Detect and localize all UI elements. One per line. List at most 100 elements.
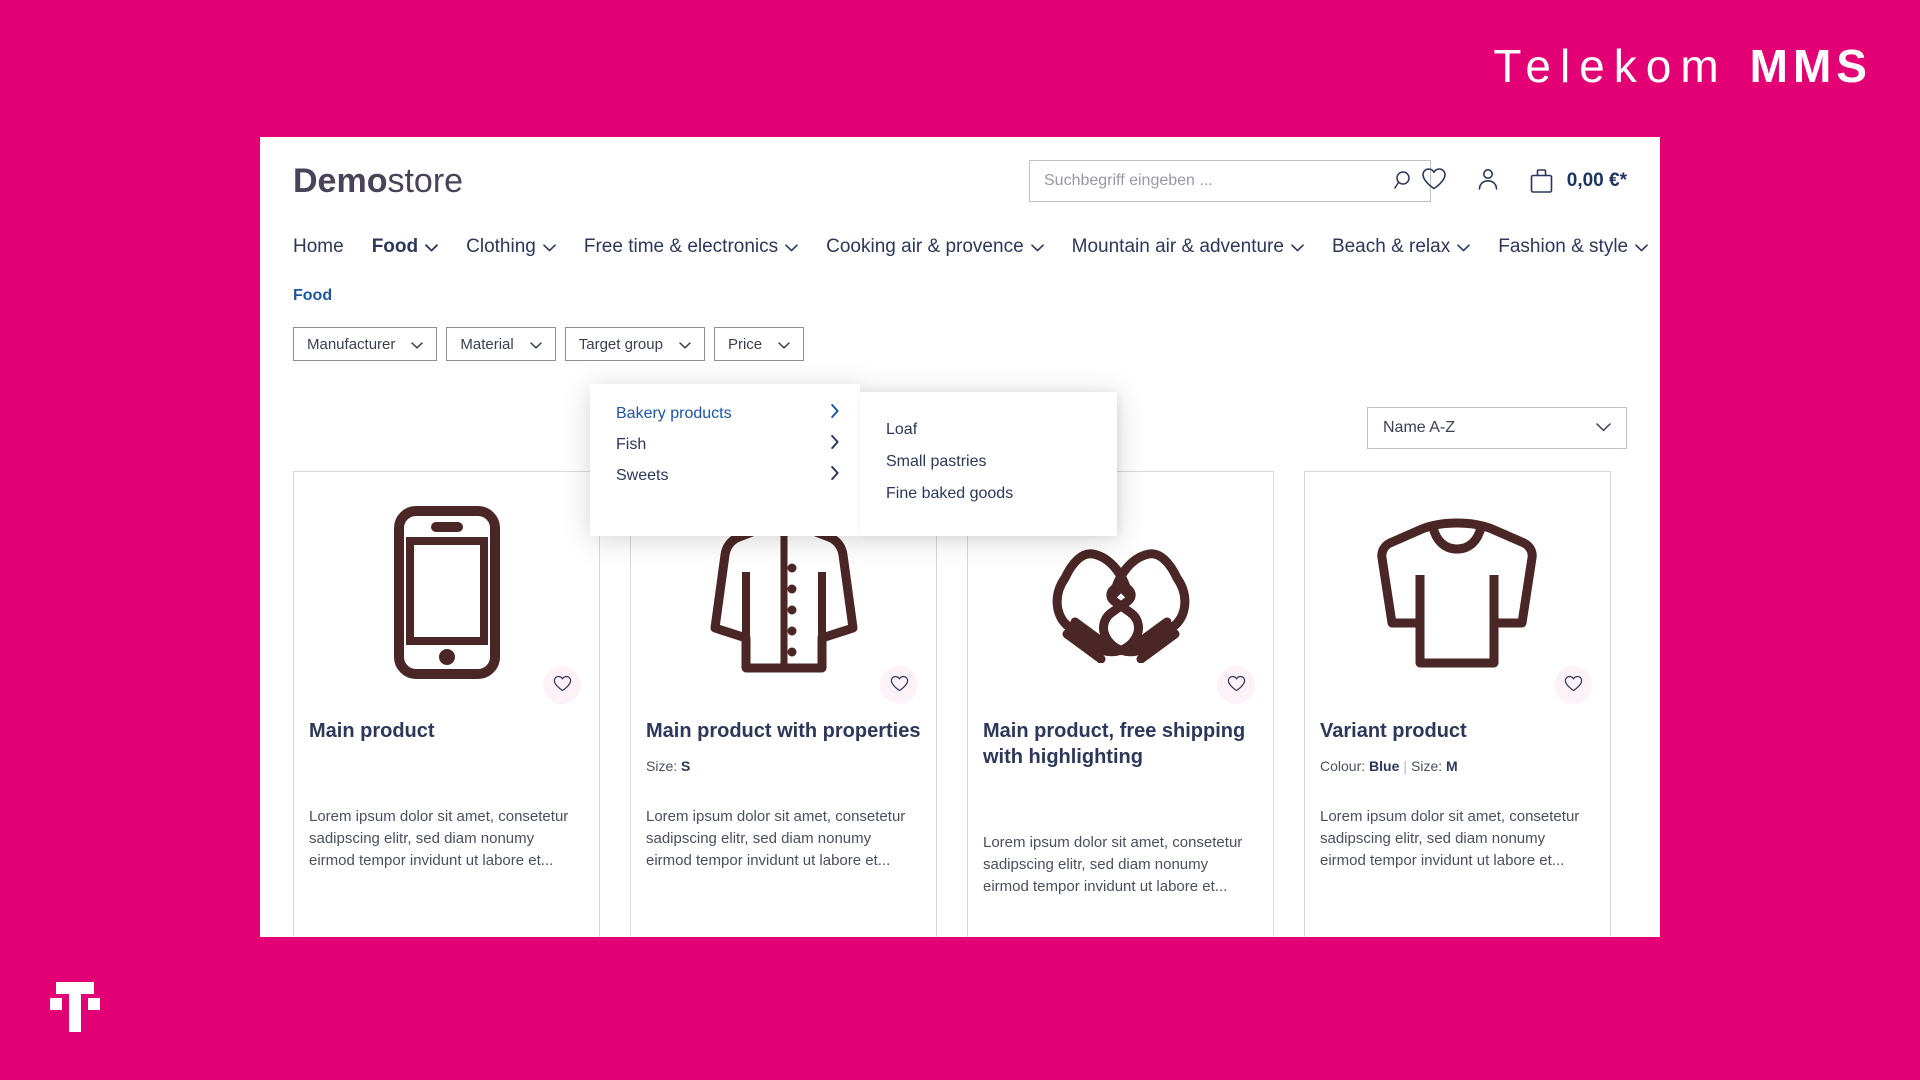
product-card[interactable]: Main product, free shipping with highlig… [967,471,1274,937]
flyout-item-label: Bakery products [616,404,732,422]
product-description: Lorem ipsum dolor sit amet, consetetur s… [646,808,906,869]
chevron-down-icon [425,236,439,258]
smartphone-icon [393,505,501,685]
shop-logo[interactable]: Demostore [293,164,463,198]
sort-select[interactable]: Name A-Z [1367,407,1627,449]
chevron-down-icon [543,236,556,258]
wishlist-button[interactable] [1420,167,1448,195]
logo-regular-part: store [387,162,464,200]
account-button[interactable] [1474,167,1502,195]
logo-bold-part: Demo [293,162,388,200]
wishlist-toggle-button[interactable] [1217,666,1255,704]
wishlist-toggle-button[interactable] [1554,666,1592,704]
flyout-subitem-small-pastries[interactable]: Small pastries [860,446,1117,478]
product-properties: Colour: Blue | Size: M [1320,758,1595,776]
property-separator: | [1403,758,1408,774]
search-submit-button[interactable] [1392,169,1416,193]
product-card[interactable]: Main product with properties Size: S Lor… [630,471,937,937]
nav-label: Food [371,236,419,257]
product-properties: Size: S [646,758,921,776]
shop-header: Demostore Suchbegriff eingeben ... 0,00 … [260,137,1660,225]
nav-label: Free time & electronics [583,236,779,257]
flyout-item-bakery-products[interactable]: Bakery products [590,398,860,429]
nav-label: Mountain air & adventure [1071,236,1284,257]
heart-icon [890,675,909,695]
header-actions: 0,00 €* [1420,137,1627,225]
chevron-down-icon [778,336,790,353]
chevron-down-icon [1635,236,1648,258]
search-area [1029,160,1431,202]
heart-icon [1421,167,1447,196]
flyout-item-fish[interactable]: Fish [590,429,860,460]
filter-manufacturer[interactable]: Manufacturer [293,327,438,361]
nav-item-home[interactable]: Home [293,236,344,258]
filter-label: Material [460,335,514,353]
flyout-subitem-loaf[interactable]: Loaf [860,414,1117,446]
search-box[interactable] [1029,160,1431,202]
flyout-item-label: Sweets [616,466,669,484]
property-value: Blue [1369,758,1400,774]
nav-label: Fashion & style [1498,236,1629,257]
chevron-down-icon [411,336,424,353]
breadcrumb-item-food[interactable]: Food [293,287,332,304]
nav-item-cooking-air-provence[interactable]: Cooking air & provence [826,236,1044,258]
search-input[interactable] [1044,172,1392,190]
chevron-down-icon [1457,236,1471,258]
product-card[interactable]: Main product Lorem ipsum dolor sit amet,… [293,471,600,937]
shopping-bag-icon [1528,167,1556,195]
chevron-down-icon [785,236,798,258]
nav-item-fashion-style[interactable]: Fashion & style [1498,236,1648,258]
chevron-down-icon [1596,419,1611,437]
product-card[interactable]: Variant product Colour: Blue | Size: M Lor… [1304,471,1611,937]
filter-target-group[interactable]: Target group [564,327,705,361]
heart-icon [553,675,572,695]
wishlist-toggle-button[interactable] [880,666,918,704]
main-navigation: Home Food Clothing Free time & electroni… [260,225,1660,269]
demostore-window: Demostore Suchbegriff eingeben ... 0,00 … [260,137,1660,937]
filter-bar: Manufacturer Material Target group Price [293,327,1627,361]
category-flyout-menu: Bakery products Fish Sweets Loaf Small p [590,384,1117,536]
product-title[interactable]: Main product, free shipping with highlig… [983,718,1258,770]
product-title[interactable]: Main product with properties [646,718,921,744]
flyout-subcategory-list: Loaf Small pastries Fine baked goods [860,392,1117,536]
filter-material[interactable]: Material [446,327,556,361]
nav-label: Clothing [466,236,536,257]
product-card-body: Main product with properties Size: S Lor… [631,718,936,871]
nav-item-free-time-electronics[interactable]: Free time & electronics [584,236,798,258]
chevron-down-icon [1030,236,1044,258]
flyout-item-sweets[interactable]: Sweets [590,460,860,491]
cart-amount-label: 0,00 €* [1566,170,1627,191]
sort-selected-value: Name A-Z [1383,419,1456,436]
filter-price[interactable]: Price [713,327,805,361]
chevron-right-icon [831,466,839,485]
property-value: M [1446,758,1458,774]
product-title[interactable]: Variant product [1320,718,1595,744]
cart-button[interactable]: 0,00 €* [1528,167,1627,195]
product-title[interactable]: Main product [309,718,584,744]
nav-item-mountain-air-adventure[interactable]: Mountain air & adventure [1072,236,1304,258]
heart-icon [1227,675,1246,695]
property-value: S [681,758,691,774]
flyout-category-list: Bakery products Fish Sweets [590,384,860,536]
property-label: Size: [1411,758,1447,774]
nav-item-clothing[interactable]: Clothing [466,236,556,258]
nav-item-food[interactable]: Food [371,236,439,258]
flyout-subitem-fine-baked-goods[interactable]: Fine baked goods [860,478,1117,510]
property-label: Size: [646,758,682,774]
telekom-mms-brand-bar: Telekom MMS [0,0,1920,132]
chevron-down-icon [529,336,542,353]
product-card-body: Main product, free shipping with highlig… [968,718,1273,897]
product-card-body: Variant product Colour: Blue | Size: M Lor… [1305,718,1610,871]
person-icon [1476,167,1500,196]
product-description: Lorem ipsum dolor sit amet, consetetur s… [1320,808,1580,869]
breadcrumb: Food [260,269,1660,305]
nav-label: Cooking air & provence [826,236,1024,257]
telekom-wordmark: Telekom [1493,40,1728,92]
wishlist-toggle-button[interactable] [543,666,581,704]
filter-label: Target group [578,335,663,353]
product-image-area [1305,472,1610,718]
product-description: Lorem ipsum dolor sit amet, consetetur s… [983,834,1243,895]
nav-item-beach-relax[interactable]: Beach & relax [1332,236,1471,258]
product-properties [983,784,1258,802]
chevron-down-icon [1291,236,1304,258]
